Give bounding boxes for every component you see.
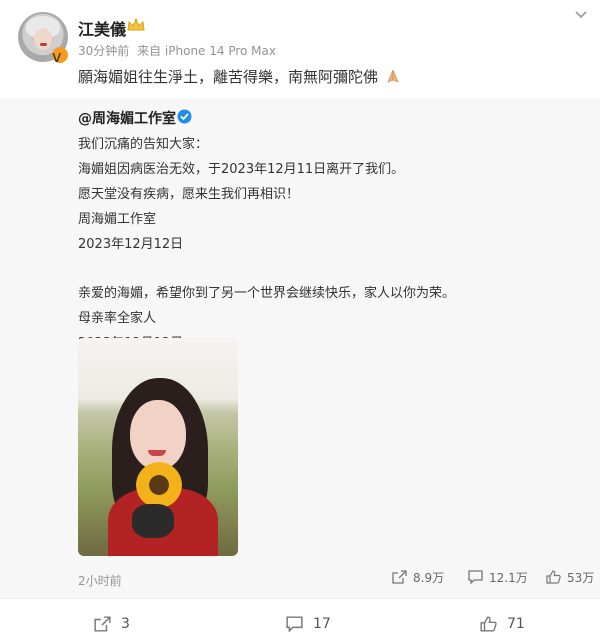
weibo-post: v 江美儀 30分钟前 来自 iPhone 14 Pro Max 願海媚姐往生淨… bbox=[0, 0, 600, 640]
repost-line: 亲爱的海媚，希望你到了另一个世界会继续快乐，家人以你为荣。 bbox=[78, 286, 456, 301]
repost-button[interactable]: 3 bbox=[94, 616, 130, 632]
post-body: 願海媚姐往生淨土，離苦得樂，南無阿彌陀佛 bbox=[78, 68, 379, 86]
repost-comment-stat[interactable]: 12.1万 bbox=[468, 568, 528, 586]
praying-hands-icon bbox=[387, 69, 399, 83]
repost-like-stat[interactable]: 53万 bbox=[546, 568, 594, 586]
share-icon bbox=[392, 570, 407, 584]
repost-line bbox=[78, 257, 455, 281]
footer-divider bbox=[0, 598, 600, 599]
repost-line: 我们沉痛的告知大家： bbox=[78, 137, 209, 152]
repost-time: 2小时前 bbox=[78, 574, 122, 588]
crown-icon bbox=[127, 18, 145, 31]
repost-like-count: 53万 bbox=[567, 570, 595, 585]
repost-comment-count: 12.1万 bbox=[489, 570, 528, 585]
repost-author[interactable]: @周海媚工作室 bbox=[78, 108, 176, 128]
thumbs-up-icon bbox=[546, 570, 561, 584]
username[interactable]: 江美儀 bbox=[78, 16, 126, 40]
share-icon bbox=[94, 616, 111, 632]
post-source: 来自 iPhone 14 Pro Max bbox=[137, 44, 276, 58]
comment-button[interactable]: 17 bbox=[286, 616, 331, 632]
repost-text: 我们沉痛的告知大家： 海媚姐因病医治无效，于2023年12月11日离开了我们。 … bbox=[78, 132, 455, 356]
repost-card[interactable]: @周海媚工作室 我们沉痛的告知大家： 海媚姐因病医治无效，于2023年12月11… bbox=[0, 98, 600, 598]
repost-share-count: 8.9万 bbox=[413, 570, 445, 585]
verified-icon bbox=[177, 109, 192, 124]
repost-line: 周海媚工作室 bbox=[78, 212, 157, 227]
chevron-down-icon[interactable] bbox=[574, 10, 588, 20]
thumbs-up-icon bbox=[480, 616, 497, 632]
repost-image[interactable] bbox=[78, 338, 238, 556]
repost-share-stat[interactable]: 8.9万 bbox=[392, 568, 444, 586]
repost-line: 母亲率全家人 bbox=[78, 311, 157, 326]
repost-line: 2023年12月12日 bbox=[78, 237, 184, 252]
verified-badge-icon: v bbox=[52, 47, 68, 63]
comment-icon bbox=[468, 570, 483, 584]
like-button[interactable]: 71 bbox=[480, 616, 525, 632]
like-count: 71 bbox=[507, 616, 525, 632]
repost-line: 海媚姐因病医治无效，于2023年12月11日离开了我们。 bbox=[78, 162, 405, 177]
post-meta: 30分钟前 来自 iPhone 14 Pro Max bbox=[78, 42, 280, 59]
post-time: 30分钟前 bbox=[78, 44, 130, 58]
comment-icon bbox=[286, 616, 303, 632]
repost-line: 愿天堂没有疾病，愿来生我们再相识！ bbox=[78, 187, 300, 202]
post-text: 願海媚姐往生淨土，離苦得樂，南無阿彌陀佛 bbox=[78, 66, 401, 88]
comment-count: 17 bbox=[313, 616, 331, 632]
repost-count: 3 bbox=[121, 616, 130, 632]
